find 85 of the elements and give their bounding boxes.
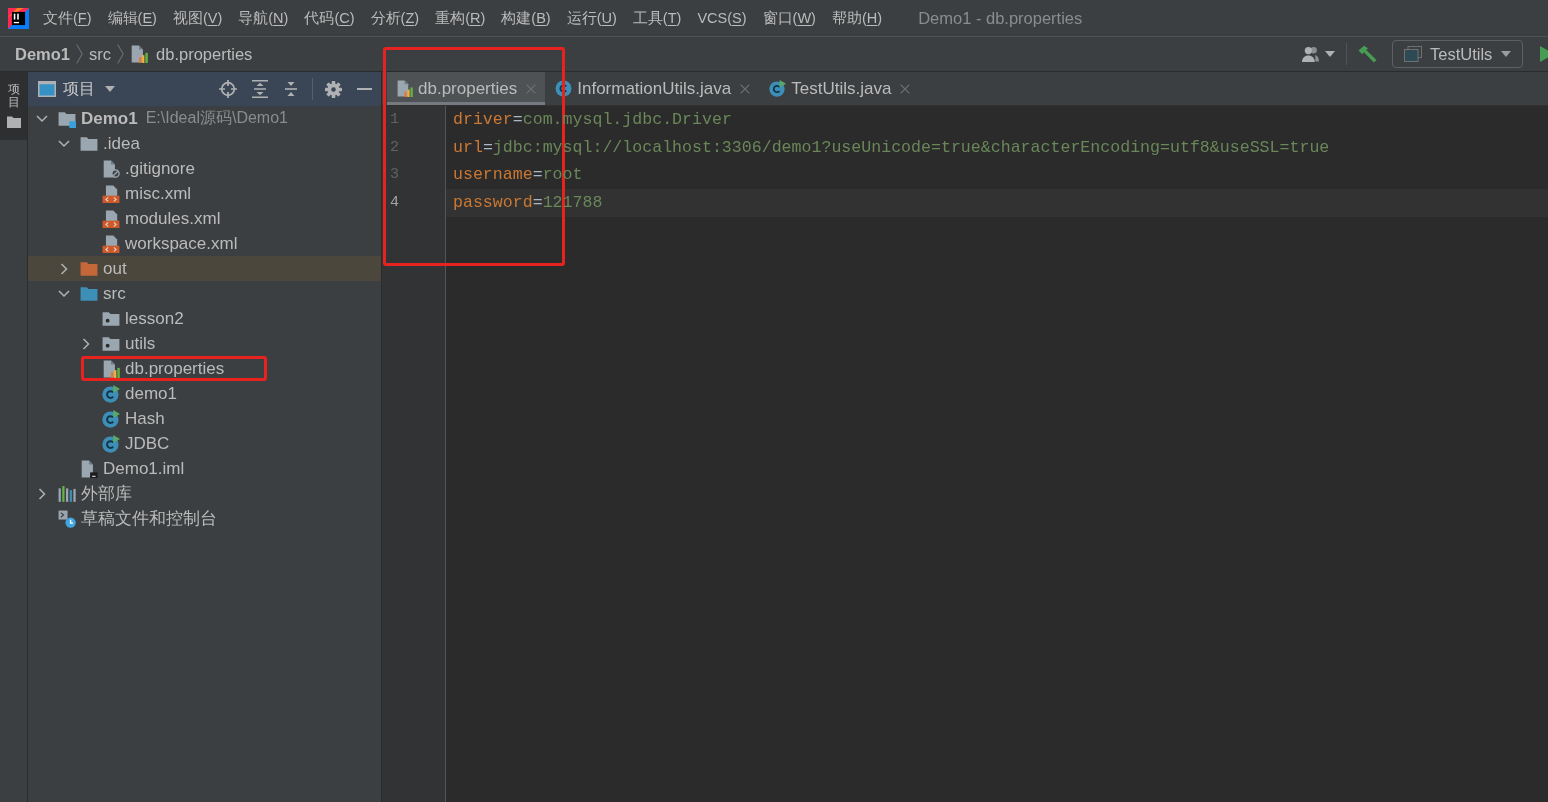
line-number: 4 xyxy=(389,193,400,214)
tree-item[interactable]: src xyxy=(28,281,381,306)
window-icon xyxy=(1404,46,1422,62)
xml-file-icon xyxy=(102,209,120,228)
caret-down-icon xyxy=(105,86,115,92)
tree-item[interactable]: out xyxy=(28,256,381,281)
folder-icon xyxy=(80,134,98,153)
app-logo-icon[interactable] xyxy=(8,7,29,29)
caret-down-icon xyxy=(1501,51,1511,57)
chevron-down-icon[interactable] xyxy=(58,139,70,148)
chevron-right-icon[interactable] xyxy=(82,337,90,350)
arrows-apart-icon[interactable] xyxy=(252,80,268,98)
people-icon[interactable] xyxy=(1302,46,1319,62)
breadcrumb-item[interactable]: db.properties xyxy=(130,44,253,64)
tree-item[interactable]: modules.xml xyxy=(28,206,381,231)
window-title: Demo1 - db.properties xyxy=(918,8,1083,28)
run-configuration-dropdown[interactable]: TestUtils xyxy=(1392,40,1523,68)
library-bars-icon xyxy=(58,484,76,503)
folder-icon xyxy=(80,259,98,278)
xml-file-icon xyxy=(102,184,120,203)
panel-window-icon xyxy=(38,81,56,97)
menu-item[interactable]: 文件(F) xyxy=(43,8,92,28)
tree-item[interactable]: Hash xyxy=(28,406,381,431)
caret-down-icon[interactable] xyxy=(1325,51,1335,57)
editor-tab[interactable]: TestUtils.java xyxy=(760,72,920,105)
scratch-clock-icon xyxy=(58,509,76,528)
menu-item[interactable]: 重构(R) xyxy=(435,8,486,28)
tree-item[interactable]: utils xyxy=(28,331,381,356)
file-bars-icon xyxy=(396,80,413,97)
hammer-icon[interactable] xyxy=(1358,45,1377,63)
package-folder-icon xyxy=(102,334,120,353)
project-path: E:\Ideal源码\Demo1 xyxy=(145,108,288,128)
class-run-icon xyxy=(102,434,120,453)
file-icon xyxy=(80,459,98,478)
tree-item[interactable]: demo1 xyxy=(28,381,381,406)
tree-item[interactable]: Demo1.iml xyxy=(28,456,381,481)
breadcrumb-item[interactable]: Demo1 xyxy=(15,44,71,64)
chevron-right-icon[interactable] xyxy=(60,262,68,275)
class-run-icon xyxy=(102,384,120,403)
tree-item[interactable]: misc.xml xyxy=(28,181,381,206)
menu-item[interactable]: 编辑(E) xyxy=(107,8,157,28)
editor-tab[interactable]: InformationUtils.java xyxy=(546,72,760,105)
class-run-icon xyxy=(102,409,120,428)
panel-title-dropdown[interactable]: 项目 xyxy=(63,78,115,100)
menu-item[interactable]: 视图(V) xyxy=(172,8,223,28)
package-folder-icon xyxy=(102,309,120,328)
menu-item[interactable]: 代码(C) xyxy=(304,8,355,28)
menu-item[interactable]: 构建(B) xyxy=(501,8,551,28)
crosshair-icon[interactable] xyxy=(219,80,237,98)
menu-item[interactable]: 帮助(H) xyxy=(831,8,883,28)
arrows-together-icon[interactable] xyxy=(283,80,299,98)
tree-item[interactable]: lesson2 xyxy=(28,306,381,331)
chevron-right-icon[interactable] xyxy=(38,487,46,500)
module-folder-icon xyxy=(58,109,76,128)
menu-item[interactable]: 分析(Z) xyxy=(370,8,420,28)
class-icon xyxy=(555,80,573,97)
class-run-icon xyxy=(769,80,787,97)
menu-item[interactable]: VCS(S) xyxy=(697,8,747,28)
chevron-right-icon xyxy=(76,44,84,64)
xml-file-icon xyxy=(102,234,120,253)
tree-item[interactable]: 草稿文件和控制台 xyxy=(28,506,381,531)
file-bars-icon xyxy=(130,45,149,63)
folder-icon xyxy=(6,116,21,129)
breadcrumb-item[interactable]: src xyxy=(89,44,112,64)
chevron-down-icon[interactable] xyxy=(58,289,70,298)
tree-item[interactable]: Demo1 E:\Ideal源码\Demo1 xyxy=(28,106,381,131)
file-slash-icon xyxy=(102,159,120,178)
tree-item[interactable]: 外部库 xyxy=(28,481,381,506)
menu-item[interactable]: 工具(T) xyxy=(632,8,682,28)
tree-item[interactable]: workspace.xml xyxy=(28,231,381,256)
menu-item[interactable]: 窗口(W) xyxy=(762,8,816,28)
play-icon[interactable] xyxy=(1540,46,1548,62)
file-bars-icon xyxy=(102,359,120,378)
settings-icon[interactable] xyxy=(325,80,342,98)
editor-tab[interactable]: db.properties xyxy=(387,72,546,105)
menu-item[interactable]: 运行(U) xyxy=(566,8,617,28)
tree-item[interactable]: JDBC xyxy=(28,431,381,456)
tree-item[interactable]: .idea xyxy=(28,131,381,156)
tree-item[interactable]: db.properties xyxy=(28,356,381,381)
menu-item[interactable]: 导航(N) xyxy=(238,8,289,28)
chevron-right-icon xyxy=(117,44,125,64)
folder-icon xyxy=(80,284,98,303)
chevron-down-icon[interactable] xyxy=(36,114,48,123)
tool-window-tab[interactable]: 项目 xyxy=(0,72,27,140)
tree-item[interactable]: .gitignore xyxy=(28,156,381,181)
